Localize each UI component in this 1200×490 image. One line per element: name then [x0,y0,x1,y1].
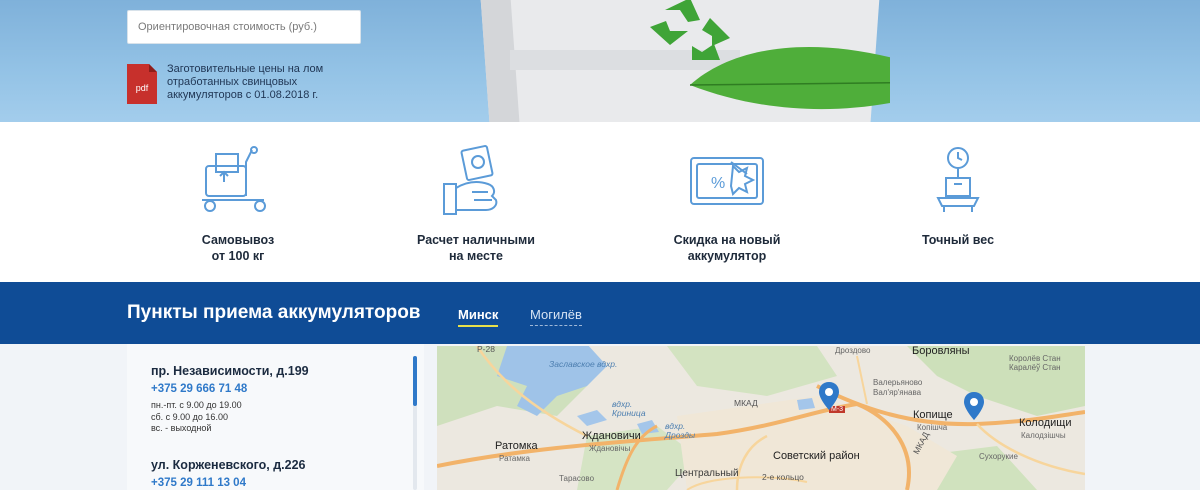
locations-list: пр. Независимости, д.199 +375 29 666 71 … [127,344,424,490]
map-label: Копище [913,409,953,421]
map-water-label: вдхр. Дрозды [665,421,696,440]
feature-weight: Точный вес [848,144,1068,248]
estimated-cost-input[interactable] [127,10,361,44]
map-pin-icon[interactable] [964,392,984,420]
tab-mogilev[interactable]: Могилёв [530,307,582,326]
feature-label: Точный вес [921,233,995,247]
location-phone[interactable]: +375 29 666 71 48 [151,383,401,395]
forklift-cart-icon [202,146,266,212]
map-label: Калодзішчы [1021,431,1066,440]
map-water-label: Заславское вдхр. [549,359,618,369]
map-label: Колодищи [1019,417,1072,429]
map-label: Вал'яр'янава [873,388,922,397]
svg-text:pdf: pdf [136,83,149,93]
tab-minsk[interactable]: Минск [458,307,499,327]
map-pin-icon[interactable] [819,382,839,410]
map-label: Королёв Стан [1009,354,1061,363]
map-label: Дроздово [835,346,871,355]
feature-label: Скидка на новый аккумулятор [673,233,781,263]
cash-hand-icon [443,144,498,215]
feature-discount: % Скидка на новый аккумулятор [617,144,837,264]
pdf-icon[interactable]: pdf [127,64,157,104]
list-item[interactable]: ул. Корженевского, д.226 +375 29 111 13 … [151,458,401,489]
hero-banner: pdf Заготовительные цены на лом отработа… [0,0,1200,122]
feature-label: Расчет наличными на месте [417,233,535,263]
scale-weight-icon [936,147,980,212]
map-road-label: Р-28 [477,346,495,354]
map-road-label: МКАД [734,398,758,408]
map-label: Каралёў Стан [1009,363,1061,372]
feature-pickup: Самовывоз от 100 кг [128,144,348,264]
map-label: Центральный [675,468,739,479]
location-hours: пн.-пт. с 9.00 до 19.00 сб. с 9.00 до 16… [151,400,401,435]
map-road-label: 2-е кольцо [762,472,804,482]
feature-cash: Расчет наличными на месте [366,144,586,264]
svg-text:%: % [711,175,725,192]
map-label: Ждановичи [582,430,641,442]
feature-label: Самовывоз от 100 кг [201,233,275,263]
map-canvas [437,346,1085,490]
location-address: пр. Независимости, д.199 [151,364,309,378]
hours-sunday: вс. - выходной [151,423,212,433]
price-list-pdf-link[interactable]: Заготовительные цены на лом отработанных… [167,63,367,102]
hours-weekdays: пн.-пт. с 9.00 до 19.00 [151,400,242,410]
section-title: Пункты приема аккумуляторов [127,302,421,323]
map-label: Ждановічы [589,444,631,453]
map-label: Советский район [773,450,860,462]
map-label: Боровляны [912,346,970,357]
map-label: Сухорукие [979,452,1018,461]
map-water-label: вдхр. Криница [612,399,646,418]
collection-points-header: Пункты приема аккумуляторов Минск Могилё… [0,282,1200,344]
map-label: Тарасово [559,474,595,483]
map[interactable]: Р-28 Дроздово Боровляны Королёв Стан Кар… [437,346,1085,490]
map-label: Ратомка [495,440,538,452]
location-phone[interactable]: +375 29 111 13 04 [151,477,401,489]
list-item[interactable]: пр. Независимости, д.199 +375 29 666 71 … [151,364,401,435]
location-address: ул. Корженевского, д.226 [151,458,306,472]
hours-saturday: сб. с 9.00 до 16.00 [151,411,228,422]
map-label: Ратамка [499,454,530,463]
discount-ticket-icon: % [690,157,764,205]
features-section: Самовывоз от 100 кг Расчет наличными на … [0,122,1200,282]
list-scrollbar-thumb[interactable] [413,356,417,406]
map-label: Валерьяново [873,378,923,387]
recycle-bin-illustration [480,0,890,122]
